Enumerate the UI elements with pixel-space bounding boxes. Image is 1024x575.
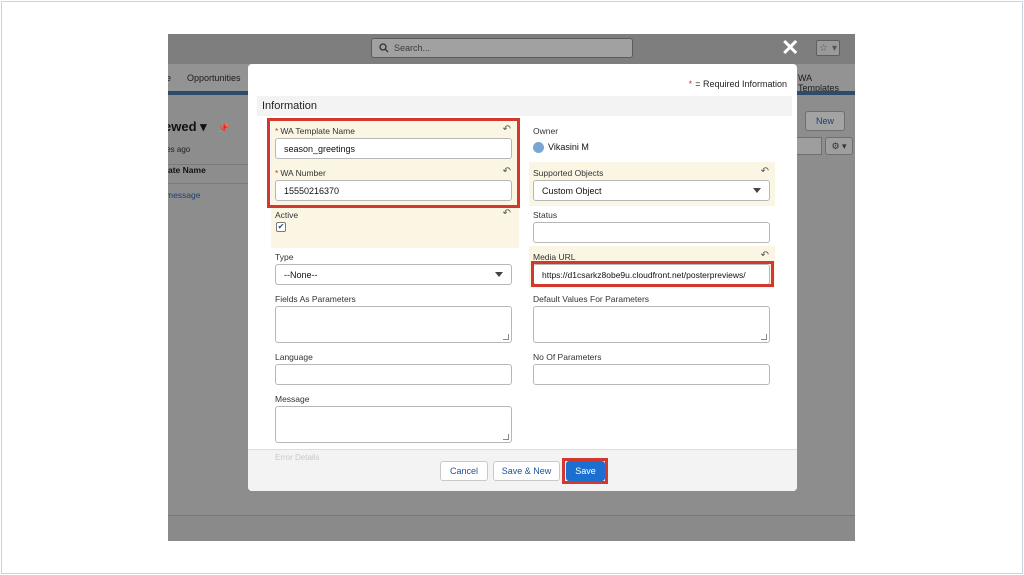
undo-icon[interactable]: ↶ [761,167,769,177]
cancel-button[interactable]: Cancel [440,461,488,481]
new-button[interactable]: New [805,111,845,131]
owner-field: Owner Vikasini M [533,126,589,154]
highlight-box [562,458,608,484]
list-view-title[interactable]: ewed ▾ 📌 [168,119,230,135]
supported-objects-select[interactable]: Custom Object [533,180,770,201]
app-footer [168,515,855,541]
nav-item-opportunities[interactable]: Opportunities [187,73,241,83]
default-values-field: Default Values For Parameters [533,294,771,344]
list-updated-time: tes ago [168,145,191,154]
avatar [533,142,544,154]
status-field: Status [533,210,771,246]
fields-as-parameters-field: Fields As Parameters [275,294,513,344]
active-field: Active ↶ ✔ [275,208,511,232]
undo-icon[interactable]: ↶ [503,209,511,219]
app-header: Search... ✕ ☆ ▾ [168,34,855,64]
error-details-label: Error Details [275,453,320,462]
resize-handle[interactable] [503,334,509,340]
language-input[interactable] [275,364,512,385]
highlight-box [267,118,520,208]
chevron-down-icon: ▾ [831,42,837,54]
pin-icon[interactable]: 📌 [218,123,229,133]
resize-handle[interactable] [503,434,509,440]
no-of-parameters-input[interactable] [533,364,770,385]
star-icon: ☆ [819,42,828,54]
type-select[interactable]: --None-- [275,264,512,285]
active-checkbox[interactable]: ✔ [276,222,286,232]
favorites-button[interactable]: ☆ ▾ [816,40,840,56]
column-header-name[interactable]: ate Name [168,164,248,184]
nav-item-wa-templates[interactable]: WA Templates [798,73,855,93]
required-info-note: * = Required Information [688,79,787,89]
section-information[interactable]: Information [257,96,792,116]
type-field: Type --None-- [275,252,513,288]
list-item[interactable]: message [168,190,201,200]
fields-as-parameters-textarea[interactable] [275,306,512,343]
gear-icon[interactable]: ⚙ ▾ [825,137,853,155]
owner-name[interactable]: Vikasini M [548,142,589,152]
close-icon[interactable]: ✕ [781,37,799,59]
no-of-parameters-field: No Of Parameters [533,352,771,388]
new-wa-template-modal: * = Required Information Information * WA … [248,64,797,491]
supported-objects-field: Supported Objects ↶ Custom Object [533,167,771,204]
highlight-box [531,261,774,287]
status-input[interactable] [533,222,770,243]
language-field: Language [275,352,513,388]
default-values-textarea[interactable] [533,306,770,343]
global-search[interactable]: Search... [371,38,633,58]
save-and-new-button[interactable]: Save & New [493,461,560,481]
nav-item[interactable]: e [168,73,171,83]
undo-icon[interactable]: ↶ [761,251,769,261]
chevron-down-icon [753,188,761,193]
search-icon [379,43,389,53]
search-placeholder: Search... [394,43,431,53]
chevron-down-icon [495,272,503,277]
modal-footer: Cancel Save & New Save Error Details [248,449,797,491]
message-field: Message [275,394,513,444]
message-textarea[interactable] [275,406,512,443]
resize-handle[interactable] [761,334,767,340]
